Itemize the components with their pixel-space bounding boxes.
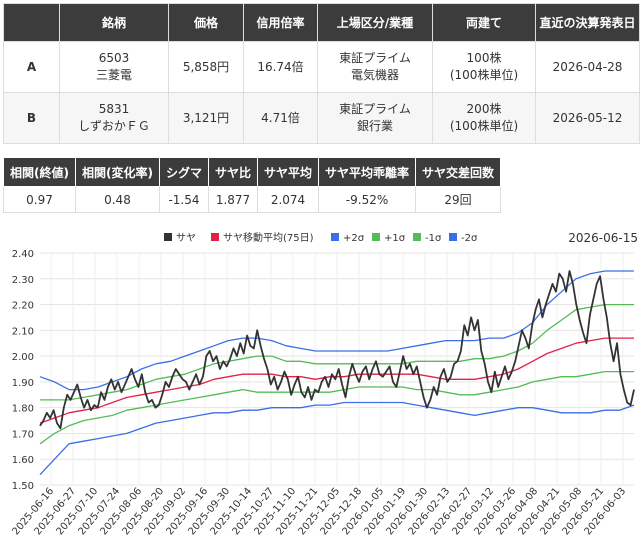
price-cell: 3,121円 [168,92,244,144]
legend-swatch [331,233,339,241]
unit-label: (100株単位) [449,68,519,82]
earnings-date-cell: 2026-04-28 [535,41,640,93]
y-tick-label: 1.70 [12,429,34,440]
header-earnings-date: 直近の決算発表日 [535,3,640,42]
y-tick-label: 2.20 [12,301,34,312]
stock-code: 6503 [98,51,130,65]
legend-swatch [449,233,457,241]
legend-swatch [413,233,421,241]
margin-ratio-cell: 16.74倍 [243,41,318,93]
pair-table: 銘柄 価格 信用倍率 上場区分/業種 両建て 直近の決算発表日 A 6503 三菱… [3,3,640,144]
legend-label[interactable]: +1σ [384,233,406,244]
y-axis: 2.40 2.30 2.20 2.10 2.00 1.90 1.80 1.70 1.60 1.50 [12,249,34,492]
y-tick-label: 1.80 [12,404,34,415]
legend-label[interactable]: -2σ [461,233,478,244]
stat-header-sigma: シグマ [158,157,209,187]
market-cell: 東証プライム 電気機器 [317,41,433,93]
spread-chart: 2.40 2.30 2.20 2.10 2.00 1.90 1.80 1.70 1.60 1.50… [11,231,638,538]
x-axis: 2025-06-162025-06-272025-07-102025-07-24… [11,486,629,538]
stat-corr-change: 0.48 [74,186,160,213]
stat-spread-avg: 2.074 [256,186,320,213]
stat-corr-close: 0.97 [3,186,76,213]
stock-name[interactable]: 三菱電 [96,68,132,82]
position-cell: 100株 (100株単位) [432,41,536,93]
y-tick-label: 1.60 [12,455,34,466]
chart-grid [40,252,634,486]
stock-name[interactable]: しずおかＦＧ [78,119,150,133]
stats-table: 相関(終値) 相関(変化率) シグマ サヤ比 サヤ平均 サヤ平均乖離率 サヤ交差… [3,157,502,213]
legend-label[interactable]: サヤ [176,232,196,244]
stat-header-corr-change: 相関(変化率) [74,157,160,187]
header-name: 銘柄 [59,3,169,42]
earnings-date-cell: 2026-05-12 [535,92,640,144]
header-blank [3,3,60,42]
header-price: 価格 [168,3,244,42]
market-cell: 東証プライム 銀行業 [317,92,433,144]
market-label: 東証プライム [339,102,411,116]
price-cell: 5,858円 [168,41,244,93]
chart-date-label: 2026-06-15 [568,231,638,245]
y-tick-label: 2.00 [12,352,34,363]
table-row: B 5831 しずおかＦＧ 3,121円 4.71倍 東証プライム 銀行業 200株… [3,92,640,144]
stat-deviation: -9.52% [318,186,417,213]
legend-label[interactable]: -1σ [425,233,442,244]
row-label: B [3,92,60,144]
stat-cross-count: 29回 [415,186,502,213]
y-tick-label: 1.50 [12,481,34,492]
legend-swatch [164,233,172,241]
margin-ratio-cell: 4.71倍 [243,92,318,144]
stat-header-cross-count: サヤ交差回数 [415,157,502,187]
header-position: 両建て [432,3,536,42]
unit-label: (100株単位) [449,119,519,133]
y-tick-label: 1.90 [12,378,34,389]
y-tick-label: 2.40 [12,249,34,260]
stat-header-spread-avg: サヤ平均 [256,157,320,187]
stock-cell: 5831 しずおかＦＧ [59,92,169,144]
header-margin-ratio: 信用倍率 [243,3,318,42]
y-tick-label: 2.30 [12,275,34,286]
stock-cell: 6503 三菱電 [59,41,169,93]
table-row: 0.97 0.48 -1.54 1.877 2.074 -9.52% 29回 [3,186,502,213]
sector-label: 銀行業 [356,119,393,133]
qty-label: 200株 [466,102,502,116]
stat-header-spread-ratio: サヤ比 [207,157,259,187]
legend-label[interactable]: サヤ移動平均(75日) [223,231,314,244]
stat-header-deviation: サヤ平均乖離率 [318,157,417,187]
stat-header-corr-close: 相関(終値) [3,157,76,187]
qty-label: 100株 [466,51,502,65]
sector-label: 電気機器 [350,68,399,82]
chart-legend[interactable]: サヤ サヤ移動平均(75日) +2σ +1σ -1σ -2σ [164,231,478,244]
row-label: A [3,41,60,93]
legend-swatch [211,233,219,241]
position-cell: 200株 (100株単位) [432,92,536,144]
stat-spread-ratio: 1.877 [207,186,259,213]
y-tick-label: 2.10 [12,326,34,337]
legend-swatch [372,233,380,241]
stock-code: 5831 [98,102,130,116]
market-label: 東証プライム [339,51,411,65]
header-market: 上場区分/業種 [317,3,433,42]
table-row: A 6503 三菱電 5,858円 16.74倍 東証プライム 電気機器 100株 (… [3,41,640,93]
stat-sigma: -1.54 [158,186,209,213]
legend-label[interactable]: +2σ [343,233,365,244]
